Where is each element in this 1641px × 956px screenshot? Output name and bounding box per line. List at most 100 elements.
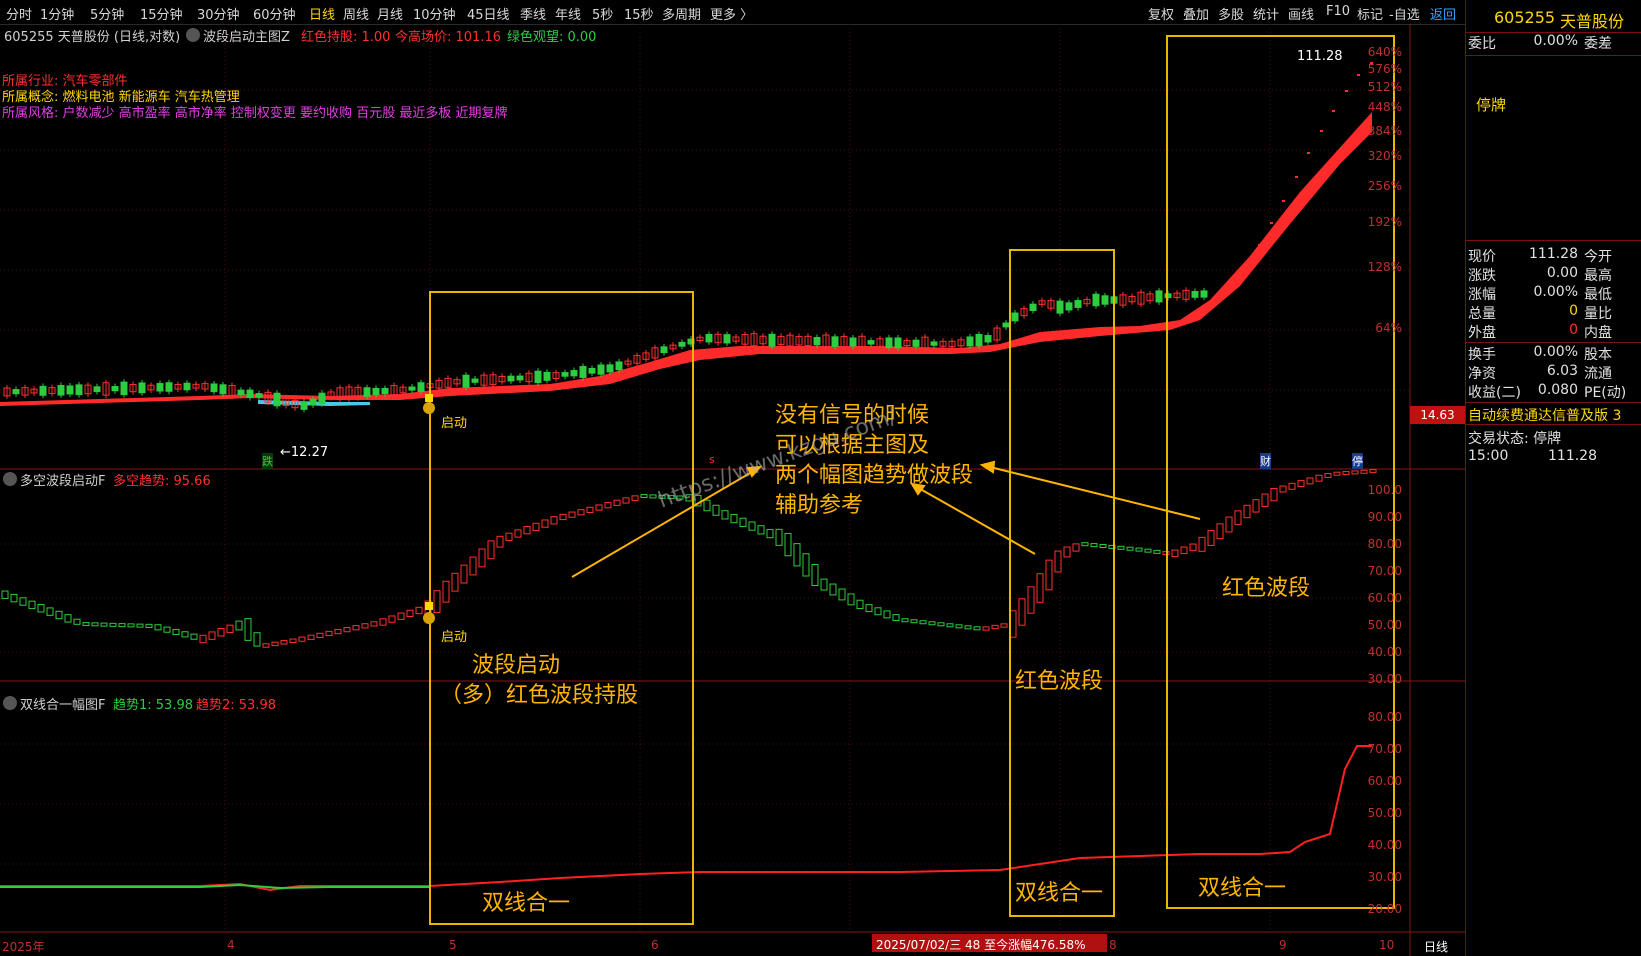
watchlist-button[interactable]: -自选 <box>1389 4 1420 23</box>
trend-bar <box>154 624 162 631</box>
quote-label: 涨幅 <box>1468 287 1496 303</box>
candle-body <box>363 387 371 397</box>
trend-bar <box>217 628 225 637</box>
main-indicator-name[interactable]: 波段启动主图Z <box>203 26 290 45</box>
period-tab-1min[interactable]: 1分钟 <box>40 4 74 23</box>
candle-body <box>66 385 74 395</box>
trend-bar <box>361 623 369 629</box>
trend-bar <box>982 626 990 631</box>
min-price-label: ←12.27 <box>280 445 329 460</box>
trend-bar <box>1351 470 1359 475</box>
trend-bar <box>1261 493 1269 507</box>
candle-body <box>156 383 164 392</box>
trend-bar <box>226 624 234 634</box>
restore-rights-button[interactable]: 复权 <box>1148 4 1174 23</box>
candle-body <box>417 382 425 393</box>
trend-bar <box>1090 543 1098 548</box>
trend-bar <box>307 634 315 640</box>
candle-body <box>1191 291 1199 298</box>
trend-bar <box>1333 471 1341 476</box>
period-tab-quarter[interactable]: 季线 <box>520 4 546 23</box>
trend-bar <box>1 590 9 599</box>
ad-link[interactable]: 自动续费通达信普及版 3 <box>1468 405 1621 425</box>
trend-bar <box>973 626 981 631</box>
y-axis-label: 64% <box>1375 321 1402 335</box>
projection-dot <box>1245 264 1248 266</box>
multi-stock-button[interactable]: 多股 <box>1218 4 1244 23</box>
period-tab-month[interactable]: 月线 <box>377 4 403 23</box>
settings-gear-icon[interactable] <box>3 472 17 486</box>
period-tab-30min[interactable]: 30分钟 <box>197 4 240 23</box>
wave-start-line: 波段启动 <box>472 653 561 678</box>
tick-price: 111.28 <box>1548 448 1597 464</box>
panel3-name[interactable]: 双线合一幅图F <box>20 694 105 713</box>
trend-bar <box>820 578 828 591</box>
side-wb-row: 委比 0.00% 委差 <box>1466 33 1641 52</box>
period-tag[interactable]: 日线 <box>1424 938 1448 955</box>
trend-bar <box>604 502 612 509</box>
draw-line-button[interactable]: 画线 <box>1288 4 1314 23</box>
panel2-name[interactable]: 多空波段启动F <box>20 470 105 489</box>
launch-label-main: 启动 <box>441 416 468 431</box>
period-tab-day[interactable]: 日线 <box>309 4 335 23</box>
trend-bar <box>1027 586 1035 614</box>
trend-bar <box>856 599 864 609</box>
trend-bar <box>343 627 351 633</box>
settings-gear-icon[interactable] <box>3 696 17 710</box>
trend-bar <box>541 519 549 528</box>
period-tab-15min[interactable]: 15分钟 <box>140 4 183 23</box>
trade-status: 交易状态: 停牌 <box>1468 431 1562 447</box>
period-tab-45day[interactable]: 45日线 <box>467 4 510 23</box>
trend-bar <box>55 610 63 620</box>
trend-bar <box>1243 504 1251 519</box>
trend-bar <box>703 499 711 512</box>
trend-bar <box>37 604 45 613</box>
back-button[interactable]: 返回 <box>1430 4 1456 23</box>
y-axis-label: 256% <box>1367 179 1402 193</box>
trend-bar <box>1117 545 1125 550</box>
period-tab-week[interactable]: 周线 <box>343 4 369 23</box>
candle-body <box>678 341 686 347</box>
overlay-button[interactable]: 叠加 <box>1183 4 1209 23</box>
settings-gear-icon[interactable] <box>186 28 200 42</box>
quote-label: 外盘 <box>1468 325 1496 341</box>
launch-label-panel2: 启动 <box>441 630 468 645</box>
trend-bar <box>208 631 216 640</box>
trend-bar <box>316 632 324 638</box>
trend-bar <box>550 516 558 525</box>
mark-button[interactable]: 标记 <box>1357 4 1383 23</box>
quote-value: 0.080 <box>1537 382 1578 398</box>
trend-bar <box>253 632 261 647</box>
y-axis-label: 576% <box>1367 62 1402 76</box>
candle-body <box>372 387 380 396</box>
projection-dot <box>1258 244 1261 246</box>
period-tab-year[interactable]: 年线 <box>555 4 581 23</box>
y-axis-label: 60.00 <box>1367 591 1402 605</box>
trend-bar <box>793 543 801 567</box>
candle-body <box>831 336 839 347</box>
period-tab-fenshi[interactable]: 分时 <box>6 4 32 23</box>
period-tab-15sec[interactable]: 15秒 <box>624 4 654 23</box>
period-tab-5sec[interactable]: 5秒 <box>592 4 613 23</box>
trend-bar <box>1072 543 1080 552</box>
candle-body <box>165 382 173 392</box>
candle-body <box>543 371 551 381</box>
candle-body <box>516 375 524 381</box>
kline-chart-canvas[interactable] <box>0 24 1465 956</box>
f10-button[interactable]: F10 <box>1326 4 1350 19</box>
trend-bar <box>1126 546 1134 551</box>
red-wave-label-mid: 红色波段 <box>1015 669 1104 694</box>
period-tab-multi[interactable]: 多周期 <box>662 4 701 23</box>
statistics-button[interactable]: 统计 <box>1253 4 1279 23</box>
candle-body <box>318 392 326 405</box>
projection-dot <box>1230 282 1233 284</box>
period-tab-more[interactable]: 更多 〉 <box>710 4 753 23</box>
period-tab-10min[interactable]: 10分钟 <box>413 4 456 23</box>
candle-body <box>813 336 821 346</box>
panel3-trend2: 趋势2: 53.98 <box>196 698 276 713</box>
period-tab-60min[interactable]: 60分钟 <box>253 4 296 23</box>
tick-time: 15:00 <box>1468 448 1509 464</box>
period-tab-5min[interactable]: 5分钟 <box>90 4 124 23</box>
quote-label: 现价 <box>1468 249 1496 265</box>
trend-bar <box>883 610 891 619</box>
